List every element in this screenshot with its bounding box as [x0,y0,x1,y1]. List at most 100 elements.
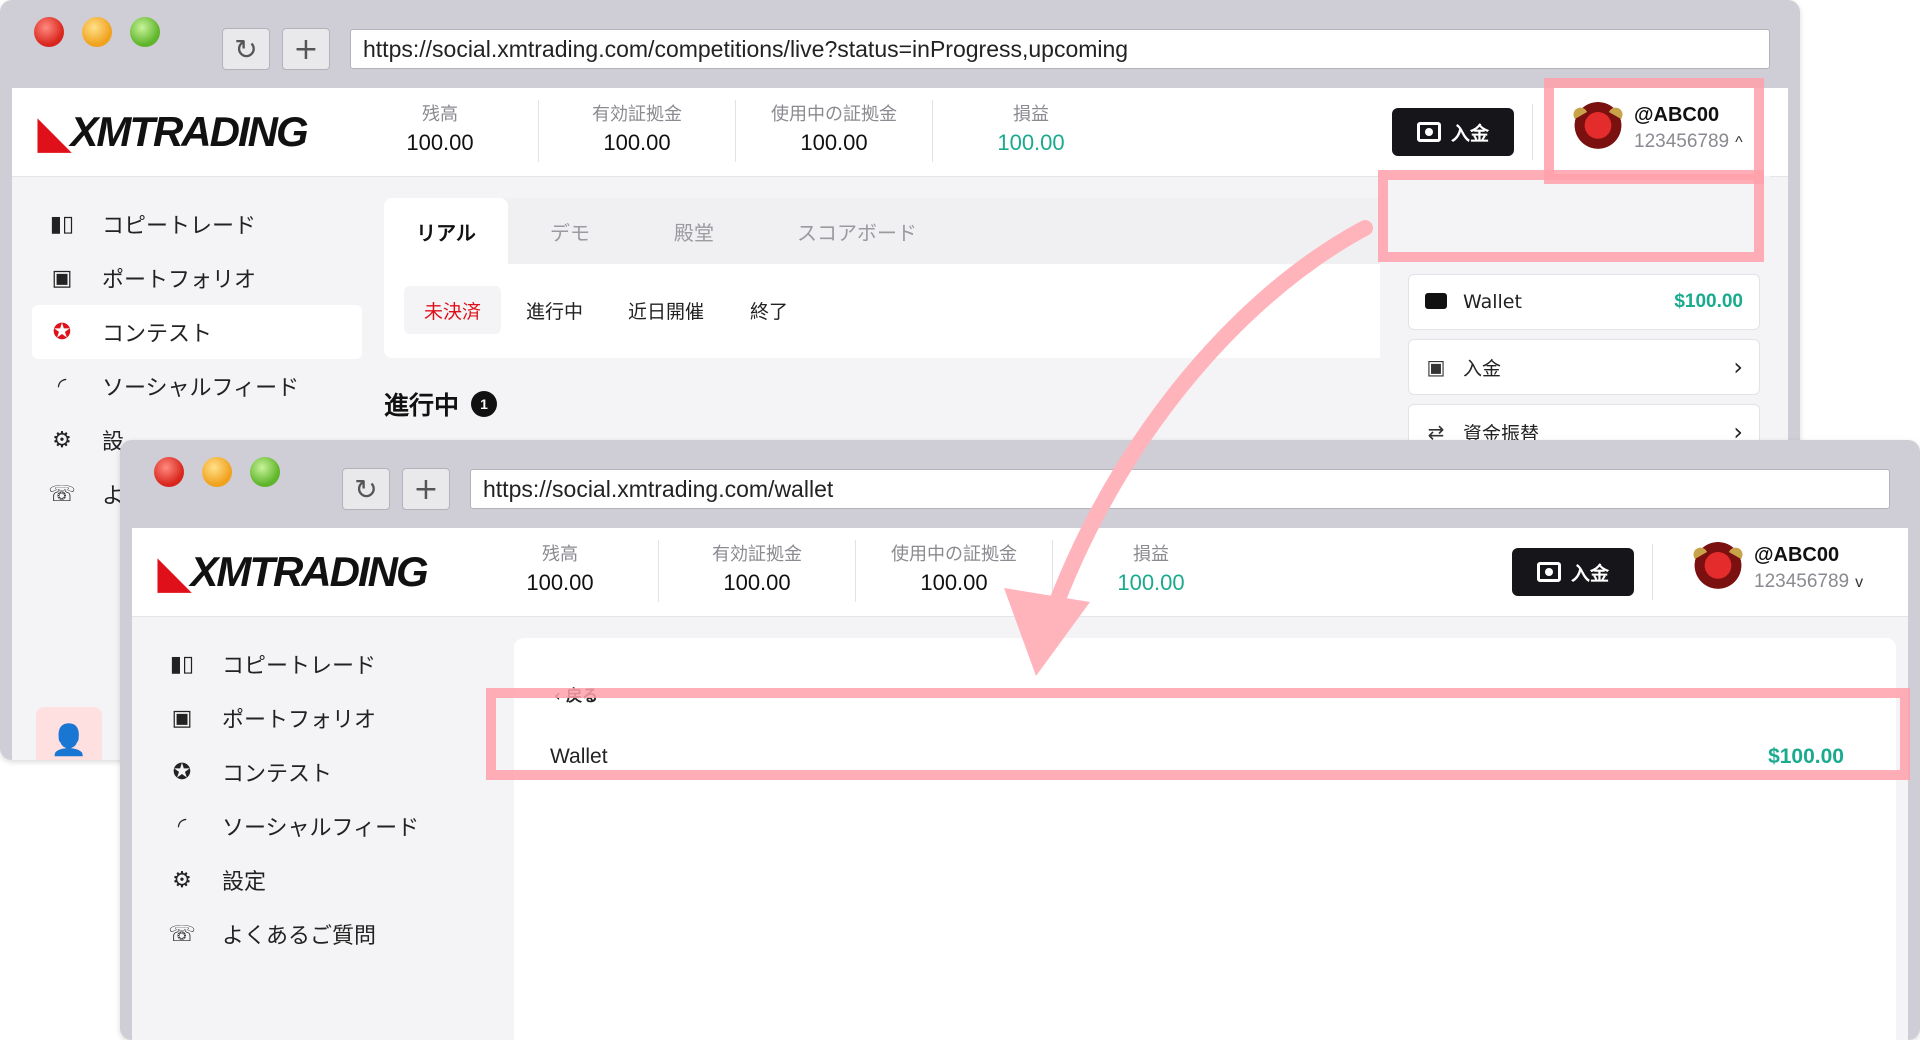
tab-scoreboard[interactable]: スコアボード [772,198,942,264]
reload-icon[interactable]: ↻ [342,468,390,510]
briefcase-icon: ▣ [171,705,193,731]
divider [1532,104,1533,160]
tab-hall-of-fame[interactable]: 殿堂 [632,198,756,264]
divider [1652,544,1653,600]
stat-label: 使用中の証拠金 [891,544,1017,565]
dropdown-item-label: 入金 [1463,357,1502,380]
bull-avatar-icon [1572,102,1624,154]
stat-balance: 残高 100.00 [342,100,539,162]
wallet-amount: $100.00 [1674,291,1743,312]
stat-label: 有効証拠金 [712,544,802,565]
wallet-card: ‹ 戻る Wallet $100.00 [514,638,1896,1040]
bar-chart-icon: ▮▯ [169,651,195,677]
rss-icon: ◜ [177,813,187,839]
sidebar-item-label: コンテスト [222,762,333,787]
address-bar[interactable]: https://social.xmtrading.com/competition… [350,29,1770,69]
stat-value: 100.00 [406,130,474,155]
sidebar-item-label: ポートフォリオ [102,268,257,293]
sidebar-item-portfolio[interactable]: ▣ ポートフォリオ [32,251,362,305]
maximize-window-button[interactable] [130,17,160,47]
stat-label: 使用中の証拠金 [771,104,897,125]
url-text: https://social.xmtrading.com/wallet [483,475,834,502]
deposit-label: 入金 [1450,122,1489,145]
sidebar-item-label: よくあるご質問 [222,924,377,949]
filter-in-progress[interactable]: 進行中 [506,286,603,334]
award-icon: ✪ [172,759,192,785]
sidebar-item-contest[interactable]: ✪ コンテスト [32,305,362,359]
stat-label: 損益 [1013,104,1049,125]
new-tab-icon[interactable]: + [402,468,450,510]
wallet-label: Wallet [550,745,608,768]
deposit-button[interactable]: 入金 [1512,548,1634,596]
tab-demo[interactable]: デモ [508,198,632,264]
stat-used-margin: 使用中の証拠金 100.00 [736,100,933,162]
stat-label: 残高 [422,104,458,125]
close-window-button[interactable] [154,457,184,487]
xmtrading-logo[interactable]: ◣ XMTRADING [158,548,429,596]
deposit-button[interactable]: 入金 [1392,108,1514,156]
reload-icon[interactable]: ↻ [222,28,270,70]
user-name: @ABC00 [1634,103,1720,126]
stat-value: 100.00 [1117,570,1185,595]
sidebar-item-social-feed[interactable]: ◜ ソーシャルフィード [32,359,362,413]
deposit-icon [1416,122,1441,142]
stat-profit-loss: 損益 100.00 [933,100,1129,162]
address-bar[interactable]: https://social.xmtrading.com/wallet [470,469,1890,509]
logo-text: XMTRADING [70,108,308,155]
browser-window-wallet: ↻ + https://social.xmtrading.com/wallet … [120,440,1920,1040]
sidebar-item-label: ポートフォリオ [222,708,377,733]
chevron-right-icon: › [1733,353,1743,381]
stat-value: 100.00 [997,130,1065,155]
stat-label: 損益 [1133,544,1169,565]
section-title-text: 進行中 [384,391,460,420]
filter-upcoming[interactable]: 近日開催 [608,286,724,334]
minimize-window-button[interactable] [202,457,232,487]
stat-label: 有効証拠金 [592,104,682,125]
tab-real[interactable]: リアル [384,198,508,264]
award-icon: ✪ [52,319,72,345]
briefcase-icon: ▣ [51,265,73,291]
minimize-window-button[interactable] [82,17,112,47]
stat-equity: 有効証拠金 100.00 [539,100,736,162]
sidebar-item-faq[interactable]: ☏ よくあるご質問 [152,907,482,961]
page: ◣ XMTRADING 残高 100.00 有効証拠金 100.00 使用中の証拠… [132,528,1908,1040]
rss-icon: ◜ [57,373,67,399]
stat-value: 100.00 [800,130,868,155]
wallet-label: Wallet [1463,291,1522,313]
browser-chrome: ↻ + https://social.xmtrading.com/wallet [120,440,1920,528]
top-bar: ◣ XMTRADING 残高 100.00 有効証拠金 100.00 使用中の証拠… [12,88,1788,177]
wallet-amount: $100.00 [1768,745,1844,768]
count-badge: 1 [471,391,498,417]
sidebar-item-copy-trade[interactable]: ▮▯ コピートレード [152,637,482,691]
sidebar-item-copy-trade[interactable]: ▮▯ コピートレード [32,197,362,251]
stat-used-margin: 使用中の証拠金 100.00 [856,540,1053,602]
browser-chrome: ↻ + https://social.xmtrading.com/competi… [0,0,1800,88]
user-name: @ABC00 [1754,543,1840,566]
stat-balance: 残高 100.00 [462,540,659,602]
maximize-window-button[interactable] [250,457,280,487]
sidebar-item-contest[interactable]: ✪ コンテスト [152,745,482,799]
user-menu[interactable]: @ABC00 123456789 v [1692,542,1863,594]
dropdown-item-deposit[interactable]: ▣ 入金 › [1408,339,1760,395]
filter-ended[interactable]: 終了 [730,286,808,334]
wallet-row[interactable]: Wallet $100.00 [526,726,1884,788]
sidebar-item-settings[interactable]: ⚙ 設定 [152,853,482,907]
close-window-button[interactable] [34,17,64,47]
gear-icon: ⚙ [52,427,72,453]
xmtrading-logo[interactable]: ◣ XMTRADING [38,108,309,156]
filter-open[interactable]: 未決済 [404,286,502,334]
new-tab-icon[interactable]: + [282,28,330,70]
url-text: https://social.xmtrading.com/competition… [363,35,1129,62]
stat-value: 100.00 [526,570,594,595]
sidebar-item-label: ソーシャルフィード [222,816,420,841]
user-profile-icon[interactable]: 👤 [36,707,102,760]
dropdown-item-wallet[interactable]: Wallet $100.00 [1408,274,1760,330]
chat-icon: ☏ [168,921,196,947]
sidebar-item-social-feed[interactable]: ◜ ソーシャルフィード [152,799,482,853]
sidebar-item-portfolio[interactable]: ▣ ポートフォリオ [152,691,482,745]
back-link[interactable]: ‹ 戻る [554,682,598,706]
logo-text: XMTRADING [190,548,428,595]
top-bar: ◣ XMTRADING 残高 100.00 有効証拠金 100.00 使用中の証拠… [132,528,1908,617]
stat-value: 100.00 [920,570,988,595]
user-menu[interactable]: @ABC00 123456789 ^ [1572,102,1743,154]
